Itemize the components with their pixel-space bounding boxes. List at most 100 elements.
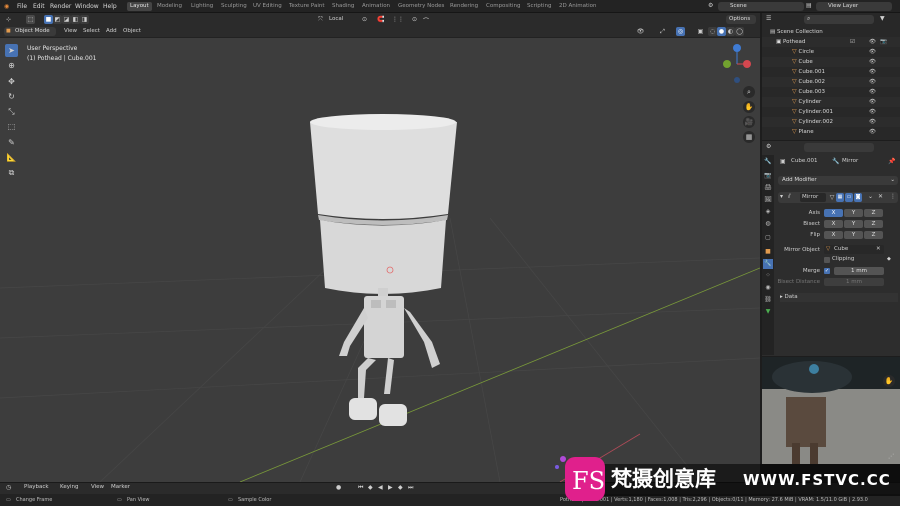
mirror-object-field[interactable]: ▽ Cube ✕ — [824, 245, 884, 254]
xray-icon[interactable]: ▣ — [696, 27, 705, 36]
tab-scripting[interactable]: Scripting — [524, 2, 554, 11]
menu-window[interactable]: Window — [75, 1, 99, 12]
close-icon[interactable]: ✕ — [878, 193, 883, 200]
chevron-down-icon[interactable]: ⌄ — [868, 193, 873, 200]
physics-tab-icon[interactable]: ◉ — [763, 283, 773, 293]
tab-texture-paint[interactable]: Texture Paint — [286, 2, 328, 11]
merge-distance-field[interactable]: 1 mm — [834, 267, 884, 275]
edit-mode-icon[interactable]: ▦ — [836, 193, 844, 202]
drag-handle-icon[interactable]: ⋮ — [890, 193, 896, 200]
eye-icon[interactable]: 👁 — [869, 87, 876, 97]
bisect-distance-field[interactable]: 1 mm — [824, 278, 884, 286]
modifier-name-field[interactable]: Mirror — [800, 193, 826, 202]
pin-icon[interactable]: 📌 — [888, 158, 895, 165]
add-modifier-dropdown[interactable]: Add Modifier ⌄ — [778, 176, 898, 185]
menu-add[interactable]: Add — [103, 27, 120, 36]
outliner-item-cylinder-002[interactable]: ▽ Cylinder.002 👁 — [762, 117, 900, 127]
select-mode-invert-icon[interactable]: ◧ — [71, 15, 80, 24]
snap-icon[interactable]: 🧲 — [377, 16, 384, 23]
flip-z-toggle[interactable]: Z — [864, 231, 883, 239]
tab-uv-editing[interactable]: UV Editing — [250, 2, 285, 11]
tab-modeling[interactable]: Modeling — [154, 2, 185, 11]
scale-tool-icon[interactable]: ⤡ — [5, 105, 18, 118]
scene-field[interactable]: Scene — [718, 2, 804, 11]
shading-rendered-icon[interactable]: ◯ — [735, 27, 744, 36]
menu-render[interactable]: Render — [50, 1, 71, 12]
data-tab-icon[interactable]: ▼ — [763, 307, 773, 317]
clear-icon[interactable]: ✕ — [876, 245, 881, 254]
menu-help[interactable]: Help — [103, 1, 117, 12]
clock-icon[interactable]: ◷ — [6, 484, 11, 491]
output-tab-icon[interactable]: 🖨 — [763, 183, 773, 193]
menu-file[interactable]: File — [17, 1, 27, 12]
menu-keying[interactable]: Keying — [57, 483, 81, 492]
filter-icon[interactable]: ▼ — [880, 15, 885, 22]
data-subpanel[interactable]: ▸ Data — [780, 293, 898, 302]
gizmo-icon[interactable]: ⤢ — [658, 27, 667, 36]
view-layer-field[interactable]: View Layer — [816, 2, 892, 11]
eye-icon[interactable]: 👁 — [869, 77, 876, 87]
outliner-item-cube-002[interactable]: ▽ Cube.002 👁 — [762, 77, 900, 87]
jump-start-icon[interactable]: ⏮ — [358, 484, 363, 492]
eye-icon[interactable]: 👁 — [869, 47, 876, 57]
scene-tab-icon[interactable]: ◈ — [763, 207, 773, 217]
collapse-icon[interactable]: ▾ — [780, 193, 783, 200]
eye-icon[interactable]: 👁 — [869, 67, 876, 77]
render-tab-icon[interactable]: 📷 — [763, 171, 773, 181]
eye-icon[interactable]: 👁 — [869, 107, 876, 117]
clipping-checkbox[interactable] — [824, 257, 830, 263]
select-mode-intersect-icon[interactable]: ◨ — [80, 15, 89, 24]
eye-icon[interactable]: 👁 — [869, 97, 876, 107]
constraints-tab-icon[interactable]: ⛓ — [763, 295, 773, 305]
scene-icon[interactable]: ⚙ — [708, 2, 713, 9]
add-cube-tool-icon[interactable]: ⧉ — [5, 166, 18, 179]
cursor-tool-icon[interactable]: ⊕ — [5, 59, 18, 72]
orientation-icon[interactable]: ⤧ — [318, 16, 323, 24]
prev-keyframe-icon[interactable]: ◆ — [368, 484, 373, 491]
outliner-editor-icon[interactable]: ☰ — [766, 15, 771, 22]
menu-edit[interactable]: Edit — [33, 1, 45, 12]
grid-view-icon[interactable]: ▦ — [743, 131, 755, 143]
axis-z-toggle[interactable]: Z — [864, 209, 883, 217]
checkbox-icon[interactable]: ☑ — [850, 37, 855, 47]
particles-tab-icon[interactable]: ⁘ — [763, 271, 773, 281]
bisect-y-toggle[interactable]: Y — [844, 220, 863, 228]
shading-wireframe-icon[interactable]: ◌ — [708, 27, 717, 36]
camera-icon[interactable]: 🎥 — [743, 116, 755, 128]
edit-cage-icon[interactable]: ▽ — [828, 193, 836, 202]
bisect-z-toggle[interactable]: Z — [864, 220, 883, 228]
next-keyframe-icon[interactable]: ◆ — [398, 484, 403, 491]
flip-x-toggle[interactable]: X — [824, 231, 843, 239]
tab-animation[interactable]: Animation — [359, 2, 393, 11]
tab-shading[interactable]: Shading — [329, 2, 357, 11]
measure-tool-icon[interactable]: 📐 — [5, 151, 18, 164]
tab-2d-animation[interactable]: 2D Animation — [556, 2, 600, 11]
outliner-item-cube-001[interactable]: ▽ Cube.001 👁 — [762, 67, 900, 77]
outliner-item-cube-003[interactable]: ▽ Cube.003 👁 — [762, 87, 900, 97]
axis-x-toggle[interactable]: X — [824, 209, 843, 217]
bisect-x-toggle[interactable]: X — [824, 220, 843, 228]
record-icon[interactable]: ● — [336, 484, 341, 491]
pan-hand-icon[interactable]: ✋ — [743, 101, 755, 113]
menu-marker[interactable]: Marker — [108, 483, 133, 492]
axis-y-toggle[interactable]: Y — [844, 209, 863, 217]
overlays-icon[interactable]: ◎ — [676, 27, 685, 36]
transform-tool-icon[interactable]: ⬚ — [5, 120, 18, 133]
play-icon[interactable]: ▶ — [388, 484, 393, 491]
modifier-tab-icon[interactable]: 🔧 — [763, 259, 773, 269]
transform-orientation-dropdown[interactable]: Local — [326, 15, 346, 24]
select-mode-new-icon[interactable]: ■ — [44, 15, 53, 24]
render-icon[interactable]: ◙ — [854, 193, 862, 202]
menu-playback[interactable]: Playback — [21, 483, 52, 492]
properties-search-input[interactable] — [804, 143, 874, 152]
outliner-item-circle[interactable]: ▽ Circle 👁 — [762, 47, 900, 57]
visibility-icon[interactable]: 👁 — [636, 27, 645, 36]
outliner-item-cube[interactable]: ▽ Cube 👁 — [762, 57, 900, 67]
outliner-item-pothead[interactable]: ▣ Pothead ☑ 👁 📷 — [762, 37, 900, 47]
outliner-item-cylinder-001[interactable]: ▽ Cylinder.001 👁 — [762, 107, 900, 117]
editor-type-icon[interactable]: ⊹ — [4, 15, 13, 24]
menu-object[interactable]: Object — [120, 27, 144, 36]
tab-rendering[interactable]: Rendering — [447, 2, 481, 11]
select-tool-icon[interactable]: ➤ — [5, 44, 18, 57]
select-box-icon[interactable]: ⬚ — [26, 15, 35, 24]
